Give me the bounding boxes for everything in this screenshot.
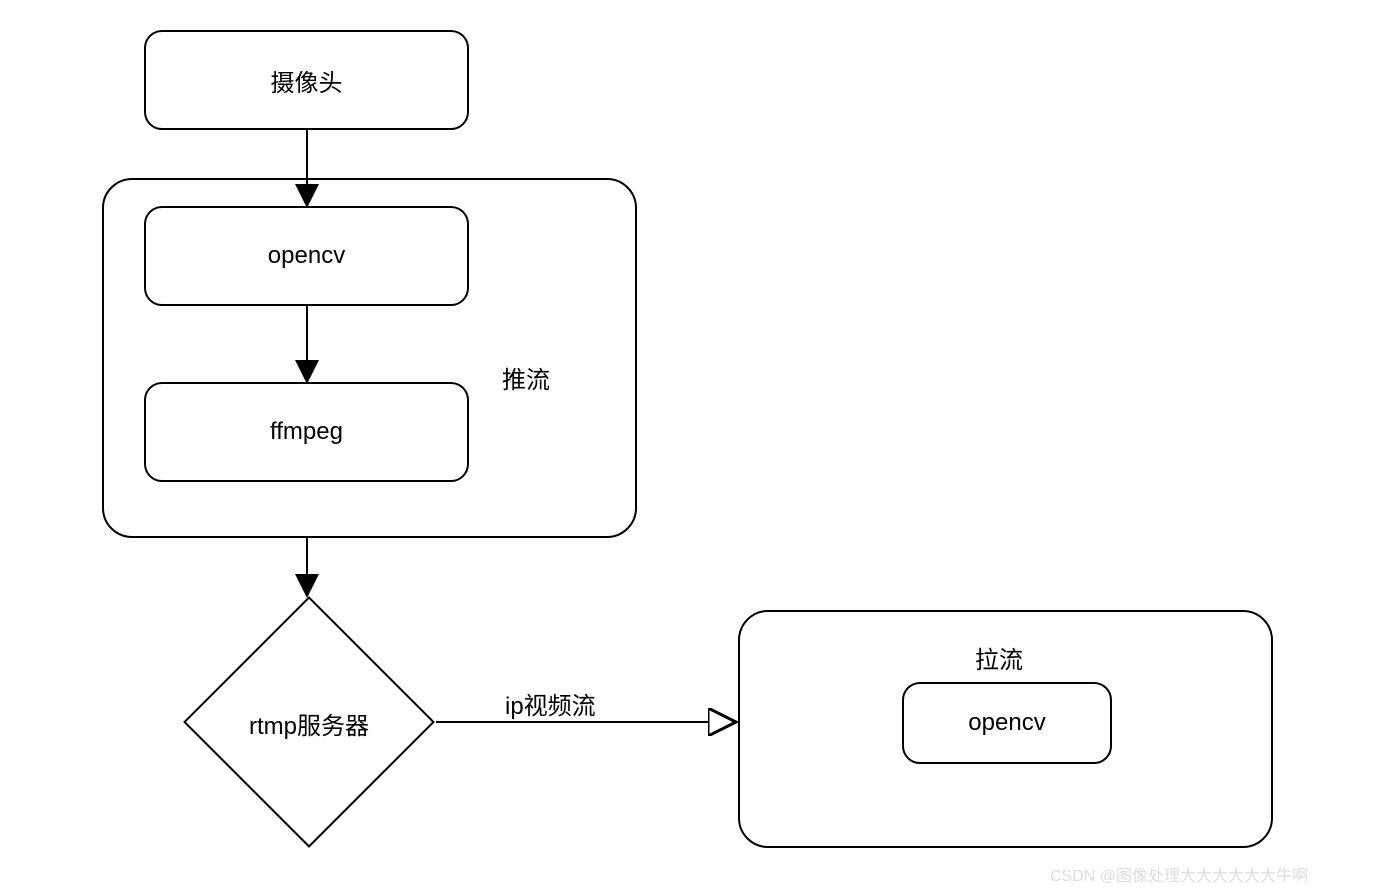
node-rtmp-label: rtmp服务器 (244, 706, 374, 741)
node-ffmpeg: ffmpeg (144, 382, 469, 482)
node-opencv-push-label: opencv (268, 242, 345, 270)
container-pull-label: 拉流 (975, 640, 1023, 675)
node-ffmpeg-label: ffmpeg (270, 418, 343, 446)
node-camera: 摄像头 (144, 30, 469, 130)
watermark: CSDN @图像处理大大大大大大牛啊 (1050, 862, 1308, 886)
node-camera-label: 摄像头 (271, 63, 343, 98)
node-opencv-push: opencv (144, 206, 469, 306)
node-opencv-pull-label: opencv (968, 709, 1045, 737)
node-opencv-pull: opencv (902, 682, 1112, 764)
container-push-label: 推流 (502, 360, 550, 395)
edge-label-ip: ip视频流 (505, 686, 596, 721)
